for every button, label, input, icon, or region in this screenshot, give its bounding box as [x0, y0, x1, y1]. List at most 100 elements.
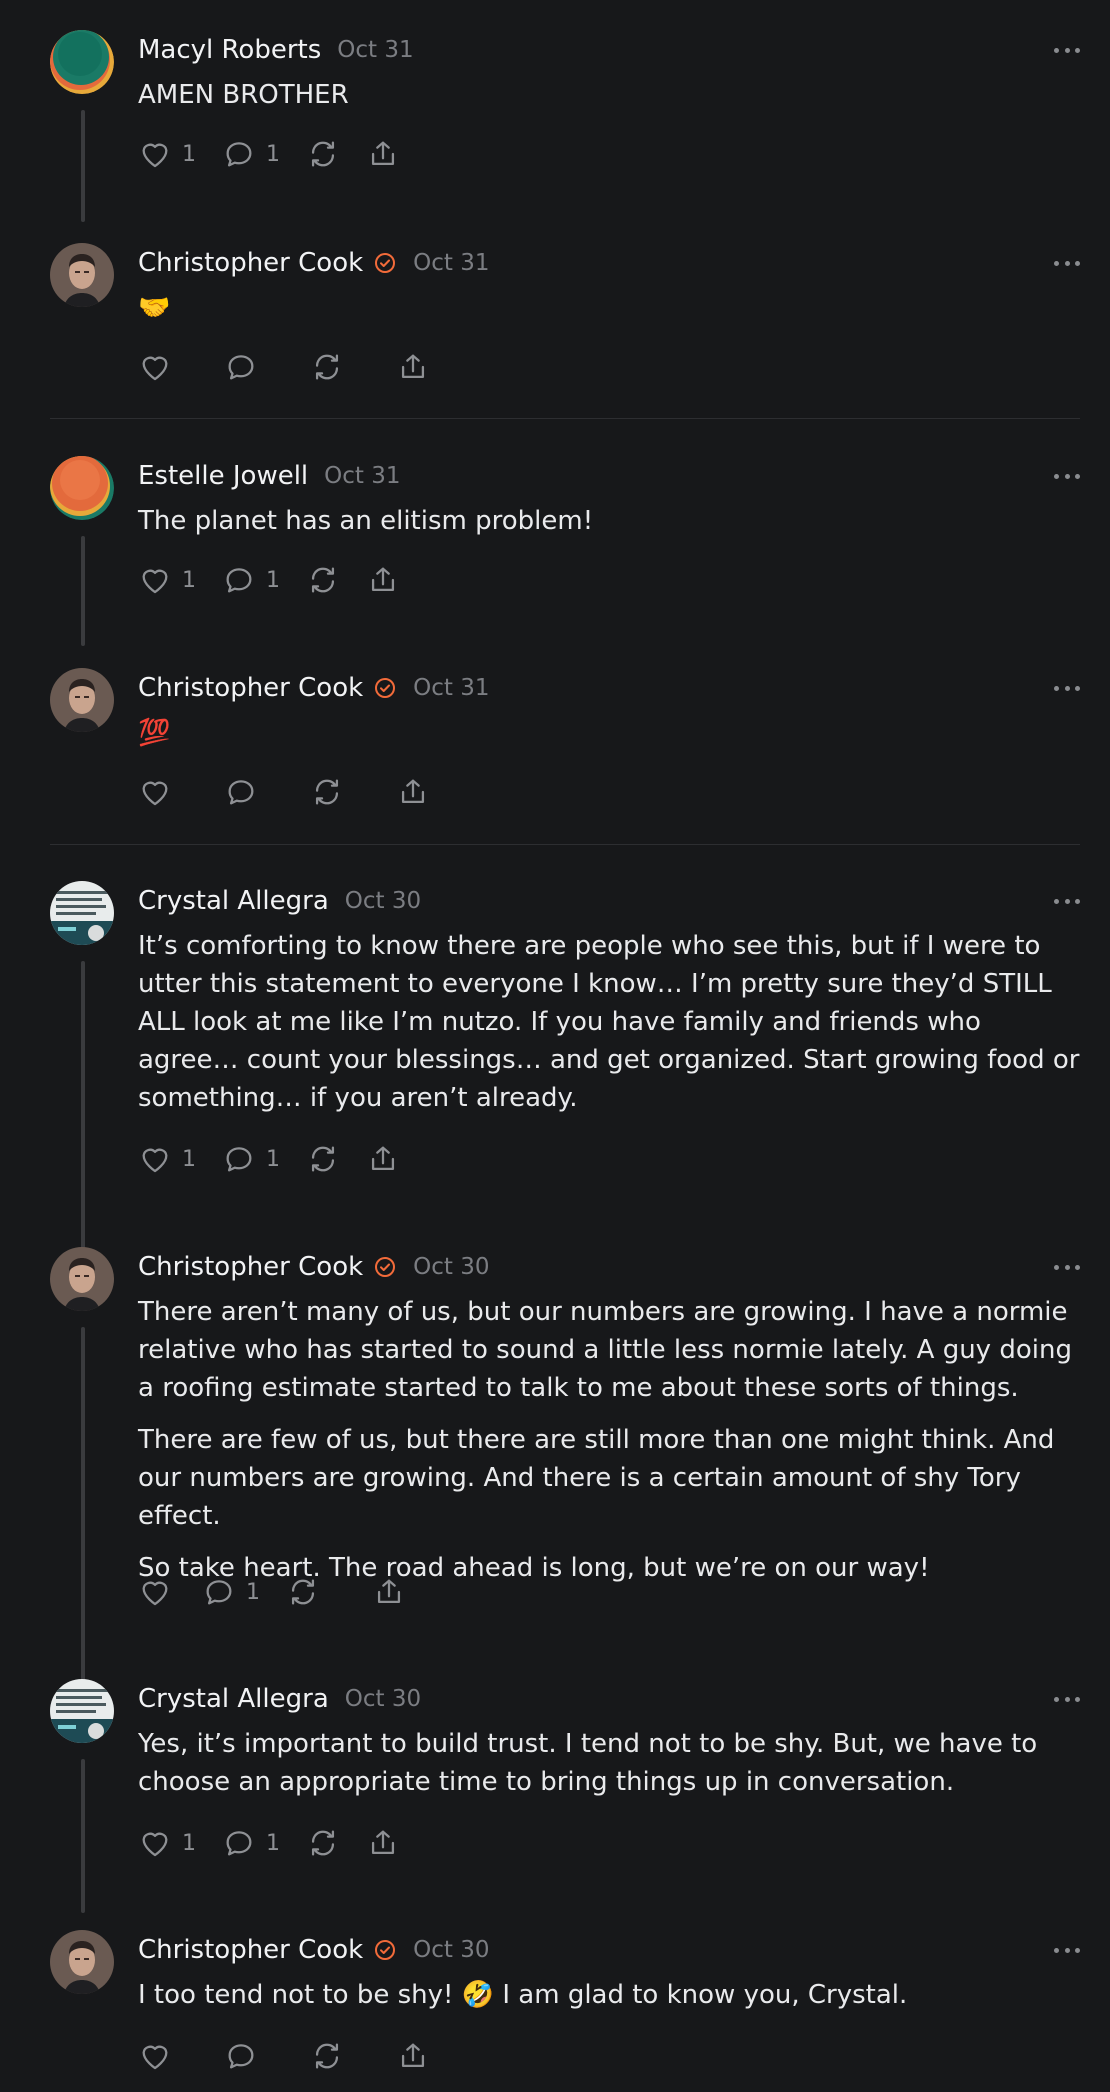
post-paragraph: The planet has an elitism problem! [138, 506, 594, 536]
repost-button[interactable] [310, 347, 344, 387]
share-button[interactable] [366, 1823, 400, 1863]
comment-icon [206, 1580, 232, 1605]
avatar[interactable] [50, 243, 114, 307]
comment-button[interactable]: 1 [222, 1139, 280, 1179]
comment-button[interactable]: 1 [222, 560, 280, 600]
like-button[interactable]: 1 [138, 134, 196, 174]
share-button[interactable] [396, 2036, 430, 2076]
share-button[interactable] [366, 560, 400, 600]
post-text: 💯 [138, 714, 1080, 766]
comment-button[interactable] [224, 347, 258, 387]
post-header: Christopher Cook Oct 31 [138, 243, 490, 283]
post-text: It’s comforting to know there are people… [138, 927, 1080, 1131]
post-header: Christopher Cook Oct 30 [138, 1247, 490, 1287]
thread-line [81, 110, 85, 222]
more-icon[interactable] [1054, 1687, 1080, 1711]
post-date[interactable]: Oct 31 [324, 463, 400, 489]
author-name[interactable]: Macyl Roberts [138, 35, 321, 65]
like-button[interactable]: 1 [138, 1823, 196, 1863]
repost-button[interactable] [306, 1823, 340, 1863]
comment-button[interactable]: 1 [222, 1823, 280, 1863]
share-button[interactable] [372, 1572, 406, 1612]
thread-divider [50, 844, 1080, 845]
author-name[interactable]: Crystal Allegra [138, 1684, 329, 1714]
avatar[interactable] [50, 1679, 114, 1743]
repost-button[interactable] [286, 1572, 320, 1612]
repost-button[interactable] [310, 2036, 344, 2076]
post-paragraph: 💯 [138, 718, 171, 748]
like-button[interactable]: 1 [138, 1139, 196, 1179]
repost-button[interactable] [306, 560, 340, 600]
author-name[interactable]: Crystal Allegra [138, 886, 329, 916]
repost-button[interactable] [306, 1139, 340, 1179]
post-paragraph: I too tend not to be shy! 🤣 I am glad to… [138, 1980, 908, 2010]
post-date[interactable]: Oct 31 [413, 675, 489, 701]
share-button[interactable] [366, 134, 400, 174]
repost-button[interactable] [310, 772, 344, 812]
comment-count: 1 [266, 567, 280, 593]
avatar[interactable] [50, 1247, 114, 1311]
reply-feed: Macyl Roberts Oct 31 AMEN BROTHER 1 1 Ch… [0, 0, 1110, 2092]
verified-icon [373, 251, 397, 275]
like-count: 1 [182, 1830, 196, 1856]
post-header: Crystal Allegra Oct 30 [138, 881, 421, 921]
avatar[interactable] [50, 456, 114, 520]
avatar[interactable] [50, 1930, 114, 1994]
author-name[interactable]: Christopher Cook [138, 248, 363, 278]
comment-count: 1 [266, 1146, 280, 1172]
share-icon [401, 2043, 425, 2068]
comment-count: 1 [266, 1830, 280, 1856]
comment-count: 1 [246, 1579, 260, 1605]
comment-button[interactable]: 1 [222, 134, 280, 174]
post-text: 🤝 [138, 289, 1080, 341]
comment-button[interactable]: 1 [202, 1572, 260, 1612]
like-button[interactable] [138, 772, 172, 812]
verified-icon [373, 1938, 397, 1962]
like-button[interactable]: 1 [138, 560, 196, 600]
heart-icon [142, 143, 168, 168]
post-date[interactable]: Oct 30 [345, 888, 421, 914]
post-actions [138, 2036, 456, 2076]
avatar[interactable] [50, 881, 114, 945]
author-name[interactable]: Estelle Jowell [138, 461, 308, 491]
avatar[interactable] [50, 668, 114, 732]
more-icon[interactable] [1054, 251, 1080, 275]
like-button[interactable] [138, 347, 172, 387]
repost-icon [315, 779, 339, 805]
share-button[interactable] [396, 772, 430, 812]
author-name[interactable]: Christopher Cook [138, 1252, 363, 1282]
author-name[interactable]: Christopher Cook [138, 673, 363, 703]
post-paragraph: Yes, it’s important to build trust. I te… [138, 1729, 1038, 1797]
heart-icon [142, 1581, 168, 1606]
post-paragraph: 🤝 [138, 293, 171, 323]
post-text: There aren’t many of us, but our numbers… [138, 1293, 1080, 1601]
like-count: 1 [182, 567, 196, 593]
comment-icon [226, 1147, 252, 1172]
more-icon[interactable] [1054, 676, 1080, 700]
share-button[interactable] [366, 1139, 400, 1179]
post-actions: 1 1 [138, 1823, 426, 1863]
like-button[interactable] [138, 2036, 172, 2076]
post-date[interactable]: Oct 30 [413, 1937, 489, 1963]
more-icon[interactable] [1054, 889, 1080, 913]
comment-icon [226, 568, 252, 593]
share-button[interactable] [396, 347, 430, 387]
more-icon[interactable] [1054, 38, 1080, 62]
post-date[interactable]: Oct 30 [413, 1254, 489, 1280]
comment-count: 1 [266, 141, 280, 167]
post-text: Yes, it’s important to build trust. I te… [138, 1725, 1080, 1815]
post-date[interactable]: Oct 30 [345, 1686, 421, 1712]
more-icon[interactable] [1054, 1255, 1080, 1279]
more-icon[interactable] [1054, 1938, 1080, 1962]
like-button[interactable] [138, 1572, 172, 1612]
repost-button[interactable] [306, 134, 340, 174]
author-name[interactable]: Christopher Cook [138, 1935, 363, 1965]
post-date[interactable]: Oct 31 [337, 37, 413, 63]
heart-icon [142, 1148, 168, 1173]
post-date[interactable]: Oct 31 [413, 250, 489, 276]
comment-button[interactable] [224, 772, 258, 812]
more-icon[interactable] [1054, 464, 1080, 488]
avatar[interactable] [50, 30, 114, 94]
comment-button[interactable] [224, 2036, 258, 2076]
post-header: Estelle Jowell Oct 31 [138, 456, 401, 496]
